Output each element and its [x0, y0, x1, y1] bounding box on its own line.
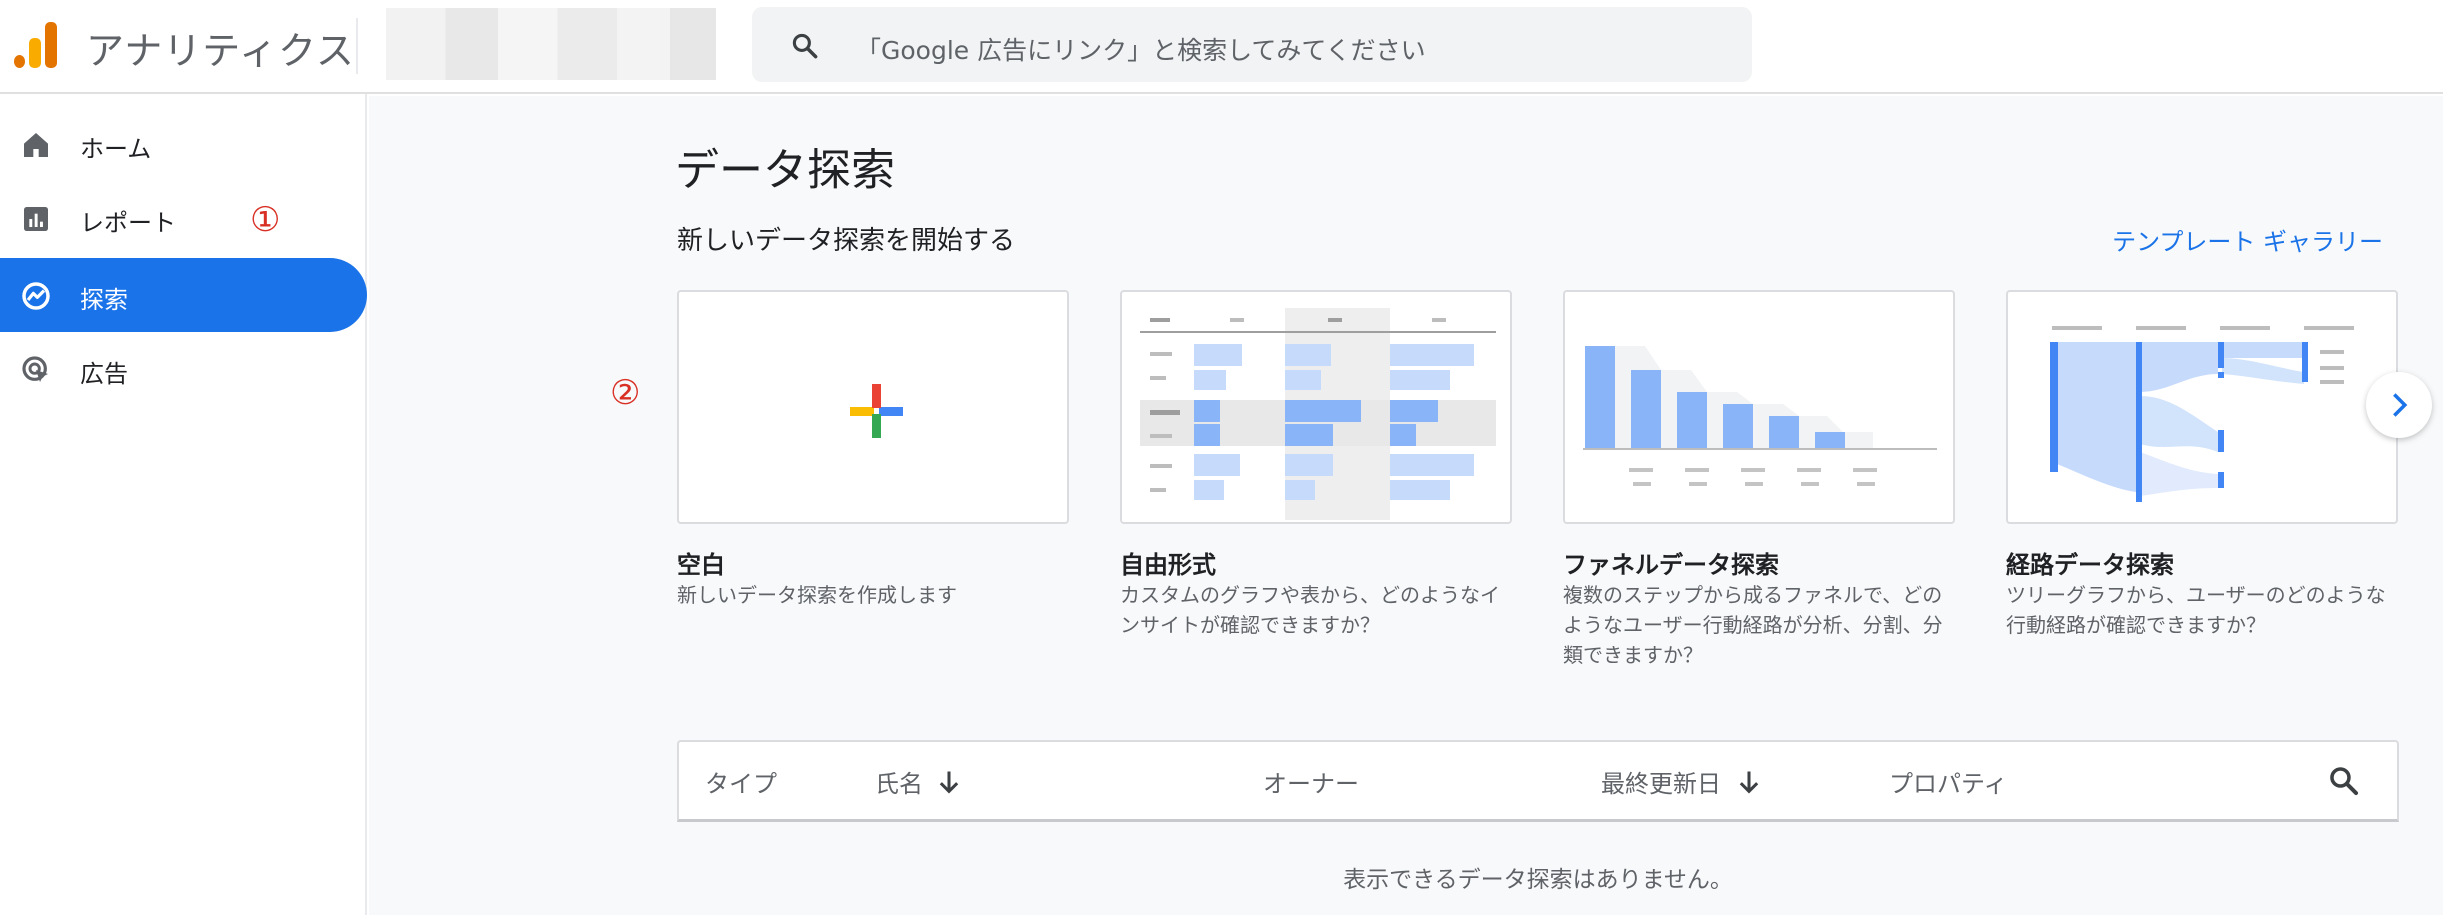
arrow-down-icon[interactable] — [935, 768, 963, 796]
column-header-owner[interactable]: オーナー — [1263, 764, 1359, 799]
sidebar-item-label: レポート — [80, 209, 176, 237]
arrow-down-icon[interactable] — [1735, 768, 1763, 796]
explore-icon — [22, 282, 50, 310]
next-templates-button[interactable] — [2366, 372, 2432, 438]
search-icon[interactable] — [2327, 764, 2361, 798]
empty-state-message: 表示できるデータ探索はありません。 — [1343, 867, 1733, 893]
explorations-table-header: タイプ 氏名 オーナー 最終更新日 プロパティ — [677, 740, 2399, 822]
card-title: 空白 — [677, 551, 725, 579]
template-card-blank[interactable] — [677, 290, 1069, 524]
card-description: 新しいデータ探索を作成します — [677, 583, 957, 607]
sidebar-item-home[interactable]: ホーム — [0, 107, 367, 181]
column-header-property[interactable]: プロパティ — [1889, 764, 2008, 799]
template-card-free-form[interactable] — [1120, 290, 1512, 524]
column-header-type[interactable]: タイプ — [705, 764, 777, 799]
main-content: データ探索 新しいデータ探索を開始する テンプレート ギャラリー ② 空白 新し… — [369, 96, 2443, 915]
card-title: ファネルデータ探索 — [1563, 551, 1779, 579]
template-card-funnel[interactable] — [1563, 290, 1955, 524]
sidebar-item-explore[interactable]: 探索 — [0, 258, 367, 332]
sidebar: ホーム レポート 探索 広告 ① — [0, 94, 367, 915]
card-description: ツリーグラフから、ユーザーのどのような行動経路が確認できますか？ — [2006, 583, 2386, 637]
template-card-path[interactable] — [2006, 290, 2398, 524]
template-gallery-link[interactable]: テンプレート ギャラリー — [2112, 222, 2383, 257]
card-title: 経路データ探索 — [2006, 551, 2174, 579]
card-description: 複数のステップから成るファネルで、どのようなユーザー行動経路が分析、分割、分類で… — [1563, 583, 1943, 667]
advertising-icon — [22, 356, 48, 382]
annotation-marker-2: ② — [610, 373, 641, 413]
search-bar[interactable]: 「Google 広告にリンク」と検索してみてください — [752, 7, 1752, 82]
account-selector-redacted[interactable] — [386, 8, 716, 80]
sidebar-item-label: 探索 — [80, 286, 128, 314]
search-placeholder: 「Google 広告にリンク」と検索してみてください — [856, 36, 1426, 65]
free-form-table-illustration — [1140, 308, 1496, 520]
annotation-marker-1: ① — [250, 200, 281, 240]
section-title: 新しいデータ探索を開始する — [677, 226, 1016, 256]
column-header-name[interactable]: 氏名 — [875, 764, 923, 799]
funnel-chart-illustration — [1583, 346, 1937, 486]
analytics-logo-icon[interactable] — [14, 22, 58, 68]
sidebar-item-label: 広告 — [80, 360, 128, 388]
card-title: 自由形式 — [1120, 551, 1216, 579]
chevron-right-icon — [2393, 393, 2408, 417]
header-divider — [356, 18, 358, 74]
bar-chart-icon — [24, 207, 48, 231]
plus-icon — [850, 384, 903, 438]
search-icon — [792, 33, 818, 59]
app-title: アナリティクス — [86, 29, 355, 73]
path-tree-illustration — [2050, 326, 2354, 502]
page-title: データ探索 — [675, 145, 895, 196]
sidebar-item-label: ホーム — [80, 135, 152, 163]
sidebar-item-advertising[interactable]: 広告 — [0, 332, 367, 406]
column-header-last-modified[interactable]: 最終更新日 — [1601, 764, 1721, 799]
card-description: カスタムのグラフや表から、どのようなインサイトが確認できますか？ — [1120, 583, 1500, 637]
top-bar: アナリティクス 「Google 広告にリンク」と検索してみてください — [0, 0, 2443, 94]
home-icon — [24, 133, 48, 157]
sidebar-item-reports[interactable]: レポート — [0, 181, 367, 255]
